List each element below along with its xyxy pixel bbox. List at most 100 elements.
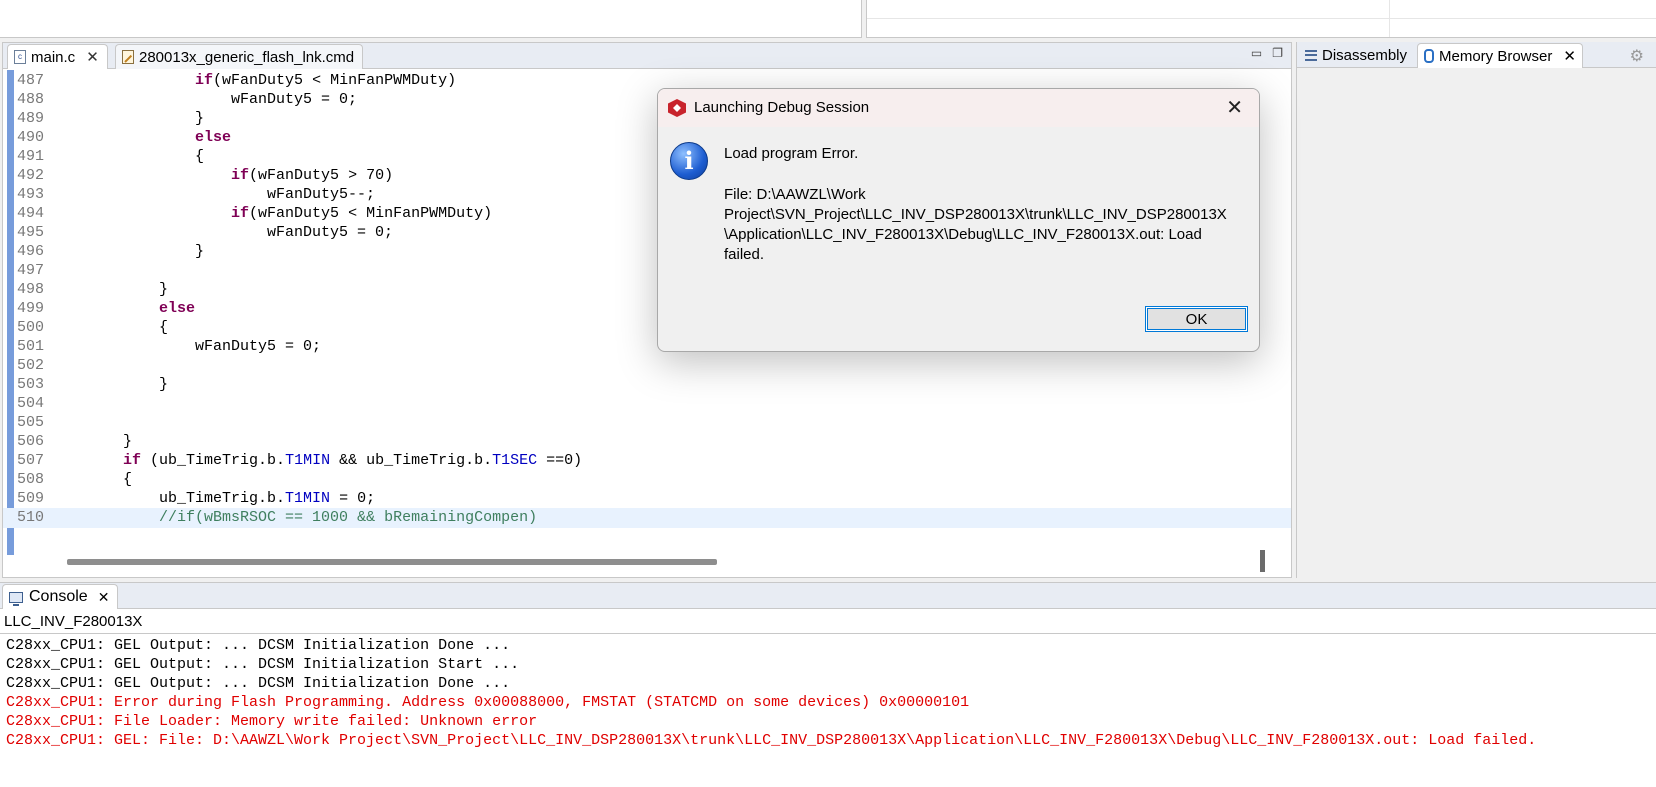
memory-icon xyxy=(1424,49,1434,63)
code-token: && ub_TimeTrig.b. xyxy=(330,452,493,469)
code-text: //if(wBmsRSOC == 1000 && bRemainingCompe… xyxy=(51,508,537,528)
path-line: File: D:\AAWZL\Work xyxy=(724,186,866,203)
path-line: failed. xyxy=(724,246,765,263)
tab-label: 280013x_generic_flash_lnk.cmd xyxy=(139,48,355,66)
console-tabbar: Console ✕ xyxy=(0,583,1656,609)
line-number: 492 xyxy=(17,167,45,184)
code-token: { xyxy=(51,148,205,165)
column-divider xyxy=(1389,0,1390,37)
code-text: if(wFanDuty5 > 70) xyxy=(51,166,393,186)
tab-label: Disassembly xyxy=(1322,47,1408,64)
line-number: 506 xyxy=(17,433,45,450)
line-number: 509 xyxy=(17,490,45,507)
line-number: 500 xyxy=(17,319,45,336)
code-line[interactable]: 510 //if(wBmsRSOC == 1000 && bRemainingC… xyxy=(3,508,1291,528)
close-icon[interactable]: ✕ xyxy=(86,48,99,66)
editor-window-controls: ▭ ❐ xyxy=(1251,46,1283,60)
code-line[interactable]: 509 ub_TimeTrig.b.T1MIN = 0; xyxy=(3,489,1291,509)
code-line[interactable]: 508 { xyxy=(3,470,1291,490)
tab-linker-cmd[interactable]: 280013x_generic_flash_lnk.cmd xyxy=(115,44,364,69)
c-file-icon: c xyxy=(14,50,26,64)
tab-label: main.c xyxy=(31,48,76,66)
tab-disassembly[interactable]: Disassembly xyxy=(1299,43,1413,68)
line-number: 501 xyxy=(17,338,45,355)
dialog-titlebar[interactable]: Launching Debug Session ✕ xyxy=(658,89,1259,127)
keyword-token: else xyxy=(159,300,196,317)
path-line: Project\SVN_Project\LLC_INV_DSP280013X\t… xyxy=(724,206,1227,223)
top-right-view xyxy=(866,0,1656,38)
code-text: wFanDuty5 = 0; xyxy=(51,337,321,357)
code-text: wFanDuty5 = 0; xyxy=(51,90,357,110)
keyword-token: else xyxy=(195,129,232,146)
code-text: if(wFanDuty5 < MinFanPWMDuty) xyxy=(51,71,456,91)
code-text: } xyxy=(51,432,132,452)
code-token: = 0; xyxy=(330,490,376,507)
console-line: C28xx_CPU1: GEL Output: ... DCSM Initial… xyxy=(6,675,511,692)
minimize-icon[interactable]: ▭ xyxy=(1251,46,1262,60)
horizontal-scrollbar[interactable] xyxy=(67,559,717,565)
vertical-scrollbar[interactable] xyxy=(1260,550,1265,572)
linker-file-icon xyxy=(122,50,134,64)
code-token: wFanDuty5--; xyxy=(51,186,376,203)
gear-icon[interactable]: ⚙ xyxy=(1630,46,1644,66)
dialog-title: Launching Debug Session xyxy=(694,99,870,116)
tab-memory-browser[interactable]: Memory Browser ✕ xyxy=(1417,43,1583,68)
ok-button[interactable]: OK xyxy=(1145,306,1248,332)
close-icon[interactable]: ✕ xyxy=(1226,95,1243,120)
info-icon: i xyxy=(670,142,708,180)
code-line[interactable]: 503 } xyxy=(3,375,1291,395)
code-line[interactable]: 502 xyxy=(3,356,1291,376)
code-text: ub_TimeTrig.b.T1MIN = 0; xyxy=(51,489,375,509)
code-line[interactable]: 504 xyxy=(3,394,1291,414)
console-error-line: C28xx_CPU1: File Loader: Memory write fa… xyxy=(6,713,538,730)
line-number: 488 xyxy=(17,91,45,108)
line-number: 504 xyxy=(17,395,45,412)
line-number: 508 xyxy=(17,471,45,488)
line-number: 503 xyxy=(17,376,45,393)
console-error-line: C28xx_CPU1: GEL: File: D:\AAWZL\Work Pro… xyxy=(6,732,1537,749)
console-error-line: C28xx_CPU1: Error during Flash Programmi… xyxy=(6,694,970,711)
table-row xyxy=(867,0,1656,19)
field-token: T1MIN xyxy=(285,452,331,469)
console-line: C28xx_CPU1: GEL Output: ... DCSM Initial… xyxy=(6,656,520,673)
keyword-token: if xyxy=(231,167,250,184)
code-token: } xyxy=(51,433,133,450)
code-line[interactable]: 506 } xyxy=(3,432,1291,452)
close-icon[interactable]: ✕ xyxy=(98,589,110,606)
field-token: T1MIN xyxy=(285,490,331,507)
path-line: \Application\LLC_INV_F280013X\Debug\LLC_… xyxy=(724,226,1202,243)
code-token: ==0) xyxy=(537,452,583,469)
code-text: { xyxy=(51,470,132,490)
launch-debug-dialog: Launching Debug Session ✕ i Load program… xyxy=(657,88,1260,352)
line-number: 491 xyxy=(17,148,45,165)
code-line[interactable]: 505 xyxy=(3,413,1291,433)
keyword-token: if xyxy=(195,72,214,89)
tab-main-c[interactable]: c main.c ✕ xyxy=(7,44,108,69)
line-number: 489 xyxy=(17,110,45,127)
field-token: T1SEC xyxy=(492,452,538,469)
line-number: 497 xyxy=(17,262,45,279)
tab-label: Memory Browser xyxy=(1439,47,1553,65)
maximize-icon[interactable]: ❐ xyxy=(1272,46,1283,60)
line-number: 495 xyxy=(17,224,45,241)
code-text: { xyxy=(51,147,204,167)
line-number: 494 xyxy=(17,205,45,222)
tab-console[interactable]: Console ✕ xyxy=(2,584,119,609)
close-icon[interactable]: ✕ xyxy=(1563,47,1576,65)
comment-token: //if(wBmsRSOC == 1000 && bRemainingCompe… xyxy=(159,509,538,526)
code-token: wFanDuty5 = 0; xyxy=(51,224,394,241)
code-token: (wFanDuty5 < MinFanPWMDuty) xyxy=(213,72,457,89)
code-line[interactable]: 507 if (ub_TimeTrig.b.T1MIN && ub_TimeTr… xyxy=(3,451,1291,471)
code-token: (wFanDuty5 > 70) xyxy=(249,167,394,184)
right-tabbar: Disassembly Memory Browser ✕ ⚙ xyxy=(1297,42,1656,68)
line-number: 487 xyxy=(17,72,45,89)
top-left-view xyxy=(0,0,862,38)
code-token: wFanDuty5 = 0; xyxy=(51,338,322,355)
disassembly-icon xyxy=(1305,49,1317,62)
code-text: } xyxy=(51,109,204,129)
